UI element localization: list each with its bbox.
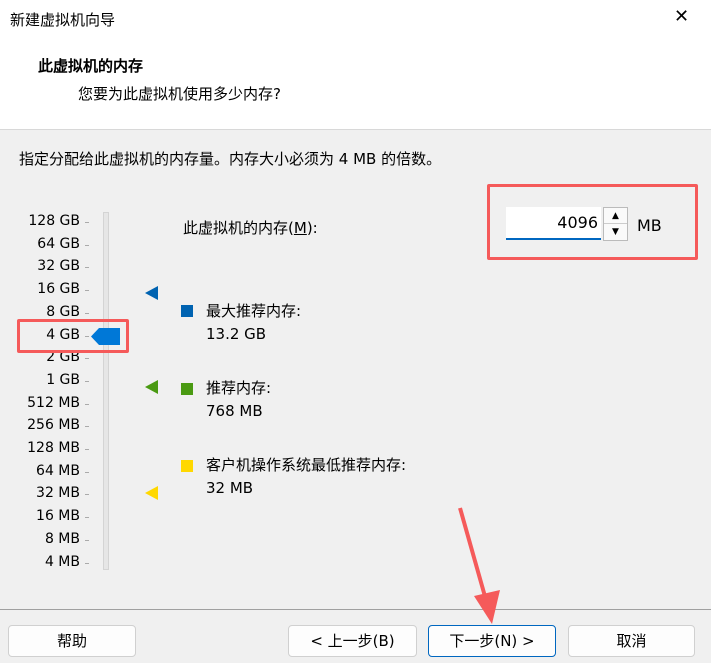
recommended-value: 768 MB [206,402,263,420]
scale-tick-label: 64 MB [36,462,80,479]
scale-tick-mark [85,312,89,314]
scale-tick-label: 4 MB [44,553,80,570]
max-recommended-label: 最大推荐内存: [206,302,302,320]
highlight-box [487,184,698,260]
scale-tick-mark [85,562,89,564]
scale-tick-mark [85,403,89,405]
memory-label: 此虚拟机的内存(M): [183,219,318,237]
slider-track[interactable] [103,212,109,570]
scale-tick-mark [85,267,89,269]
recommended-marker-icon [145,380,158,394]
help-button[interactable]: 帮助 [8,625,136,657]
scale-tick-label: 32 MB [36,485,80,502]
scale-tick-label: 16 GB [37,281,80,298]
page-title: 此虚拟机的内存 [38,57,144,75]
scale-tick-label: 512 MB [27,394,80,411]
scale-tick-label: 128 MB [27,440,80,456]
annotation-arrow-icon [458,507,500,624]
title-bar: 新建虚拟机向导 ✕ [0,0,711,38]
scale-tick-label: 32 GB [37,258,80,275]
scale-tick-label: 256 MB [27,417,80,434]
scale-tick-label: 8 MB [44,530,80,547]
footer-divider [0,609,711,610]
scale-tick-mark [85,539,89,541]
min-recommended-legend-icon [181,460,193,472]
close-icon[interactable]: ✕ [674,6,689,27]
instruction-text: 指定分配给此虚拟机的内存量。内存大小必须为 4 MB 的倍数。 [19,150,442,168]
scale-tick-label: 16 MB [36,508,80,525]
header: 此虚拟机的内存 您要为此虚拟机使用多少内存? [0,38,711,130]
cancel-button[interactable]: 取消 [568,625,695,657]
scale-tick-label: 8 GB [46,303,80,320]
scale-tick-mark [85,517,89,519]
scale-tick-mark [85,290,89,292]
back-button[interactable]: < 上一步(B) [288,625,417,657]
max-recommended-legend-icon [181,305,193,317]
window-title: 新建虚拟机向导 [10,11,116,29]
recommended-legend-icon [181,383,193,395]
scale-tick-label: 1 GB [46,371,80,388]
max-recommended-value: 13.2 GB [206,325,267,343]
scale-tick-mark [85,358,89,360]
scale-tick-label: 64 GB [37,235,80,252]
scale-tick-mark [85,449,89,450]
recommended-label: 推荐内存: [206,379,272,397]
scale-tick-mark [85,426,89,428]
scale-tick-mark [85,244,89,246]
scale-tick-mark [85,494,89,496]
max-recommended-marker-icon [145,286,158,300]
min-recommended-label: 客户机操作系统最低推荐内存: [206,456,407,474]
min-recommended-marker-icon [145,486,158,500]
scale-tick-mark [85,471,89,473]
scale-tick-mark [85,222,89,223]
page-subtitle: 您要为此虚拟机使用多少内存? [78,85,281,103]
scale-tick-mark [85,380,89,382]
min-recommended-value: 32 MB [206,479,254,497]
scale-tick-label: 128 GB [28,213,80,229]
highlight-box [17,319,129,353]
